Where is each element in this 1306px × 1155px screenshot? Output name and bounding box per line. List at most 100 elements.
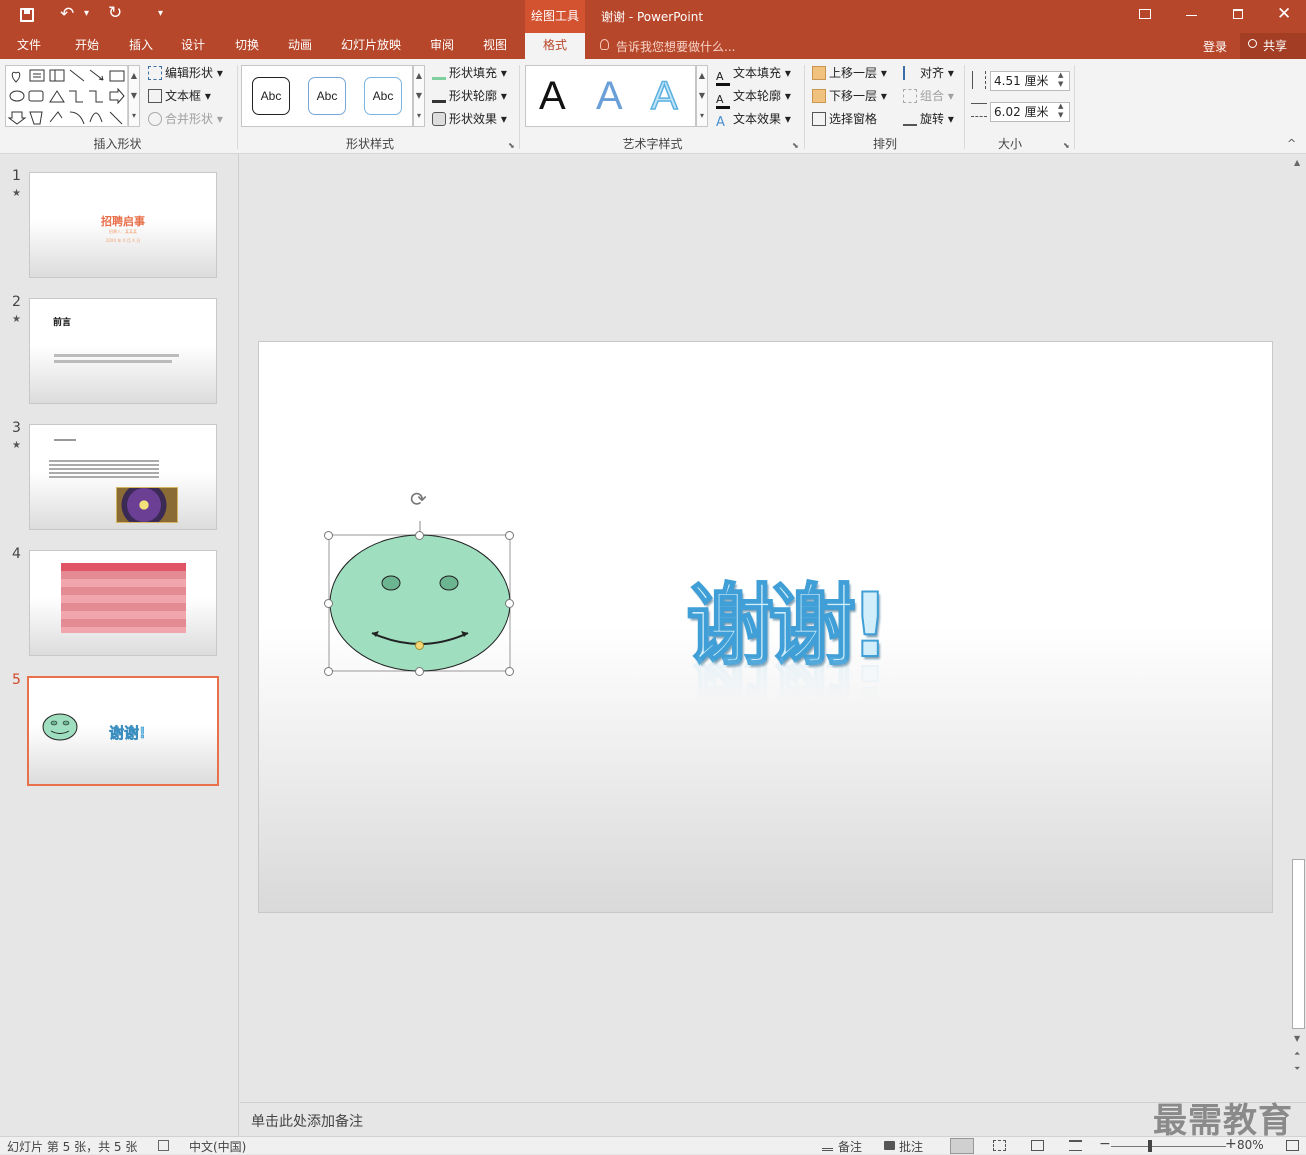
width-spinner[interactable]: ▲ ▼ — [1058, 102, 1063, 120]
shape-effects-button[interactable]: 形状效果 ▾ — [432, 109, 507, 129]
adjust-handle[interactable] — [415, 641, 424, 650]
shapes-gallery[interactable] — [5, 65, 129, 127]
tab-transitions[interactable]: 切换 — [235, 33, 259, 59]
notes-toggle-label[interactable]: 备注 — [838, 1138, 862, 1155]
zoom-slider[interactable] — [1111, 1146, 1226, 1147]
shape-styles-gallery[interactable]: Abc Abc Abc — [241, 65, 413, 127]
selection-pane-button[interactable]: 选择窗格 — [812, 109, 877, 129]
collapse-ribbon-icon[interactable]: ^ — [1287, 137, 1296, 150]
animation-star-icon: ★ — [12, 188, 21, 199]
shape-style-1[interactable]: Abc — [252, 77, 290, 115]
zoom-slider-thumb[interactable] — [1148, 1140, 1152, 1152]
maximize-icon[interactable] — [1233, 9, 1243, 19]
normal-view-icon[interactable] — [950, 1138, 974, 1154]
text-box-button[interactable]: 文本框 ▾ — [148, 86, 211, 106]
wordart-gallery[interactable]: A A A — [525, 65, 696, 127]
text-effects-button[interactable]: A 文本效果 ▾ — [716, 109, 791, 129]
rotate-button[interactable]: 旋转 ▾ — [903, 109, 954, 129]
tab-review[interactable]: 审阅 — [430, 33, 454, 59]
minimize-icon[interactable] — [1186, 15, 1197, 16]
tab-insert[interactable]: 插入 — [129, 33, 153, 59]
redo-icon[interactable]: ↻ — [108, 3, 122, 23]
spell-check-icon[interactable] — [158, 1140, 169, 1151]
undo-icon[interactable]: ↶ — [60, 4, 74, 24]
text-fill-button[interactable]: A 文本填充 ▾ — [716, 63, 791, 86]
shape-styles-launcher-icon[interactable]: ⬊ — [508, 141, 515, 150]
slide-thumbnail-5[interactable]: 谢谢! — [27, 676, 219, 786]
shapes-gallery-scroll[interactable]: ▲ ▼ ▾ — [128, 65, 140, 127]
tab-home[interactable]: 开始 — [75, 33, 99, 59]
resize-handle-e[interactable] — [505, 599, 514, 608]
merge-shapes-button: 合并形状 ▾ — [148, 109, 223, 129]
zoom-out-icon[interactable]: − — [1099, 1136, 1111, 1152]
shape-outline-button[interactable]: 形状轮廓 ▾ — [432, 86, 507, 106]
tab-animations[interactable]: 动画 — [288, 33, 312, 59]
tab-design[interactable]: 设计 — [181, 33, 205, 59]
resize-handle-se[interactable] — [505, 667, 514, 676]
reading-view-icon[interactable] — [1031, 1140, 1044, 1151]
group-label-shape-styles: 形状样式 — [345, 137, 394, 151]
wordart-style-3[interactable]: A — [650, 73, 678, 119]
tell-me-input[interactable]: 告诉我您想要做什么... — [616, 38, 735, 55]
text-effects-icon: A — [716, 115, 725, 130]
wordart-launcher-icon[interactable]: ⬊ — [792, 141, 799, 150]
shape-style-2[interactable]: Abc — [308, 77, 346, 115]
wordart-scroll[interactable]: ▲ ▼ ▾ — [696, 65, 708, 127]
scroll-down-icon[interactable]: ▼ — [1294, 1034, 1300, 1043]
resize-handle-nw[interactable] — [324, 531, 333, 540]
undo-dropdown-icon[interactable]: ▾ — [84, 8, 89, 19]
shape-fill-button[interactable]: 形状填充 ▾ — [432, 63, 507, 83]
slide-thumbnail-2[interactable]: 前言 — [29, 298, 217, 404]
send-backward-button[interactable]: 下移一层 ▾ — [812, 86, 887, 106]
slide-thumbnail-4[interactable] — [29, 550, 217, 656]
text-outline-button[interactable]: A 文本轮廓 ▾ — [716, 86, 791, 109]
resize-handle-w[interactable] — [324, 599, 333, 608]
sign-in-link[interactable]: 登录 — [1203, 38, 1227, 55]
customize-qat-icon[interactable]: ▾ — [158, 8, 163, 19]
zoom-in-icon[interactable]: + — [1225, 1136, 1237, 1152]
slideshow-icon[interactable] — [1069, 1140, 1082, 1151]
comments-label[interactable]: 批注 — [899, 1138, 923, 1155]
size-launcher-icon[interactable]: ⬊ — [1063, 141, 1070, 150]
slide-canvas[interactable]: ⟳ 谢谢! 谢谢! — [258, 341, 1273, 913]
align-button[interactable]: 对齐 ▾ — [903, 63, 954, 83]
wordart-style-1[interactable]: A — [539, 74, 566, 119]
slide-thumbnail-1[interactable]: 招聘启事 招聘人：某某某 20XX 年 X 月 X 日 — [29, 172, 217, 278]
notes-toggle-icon[interactable] — [822, 1140, 833, 1151]
ribbon: ▲ ▼ ▾ 编辑形状 ▾ 文本框 ▾ 合并形状 ▾ 插入形状 Abc Abc Abc… — [0, 59, 1306, 154]
previous-slide-icon[interactable]: ⏶ — [1294, 1049, 1300, 1059]
smiley-face-shape[interactable] — [319, 492, 589, 692]
tab-slideshow[interactable]: 幻灯片放映 — [341, 33, 401, 59]
edit-shape-icon — [148, 66, 162, 80]
rotate-handle-icon[interactable]: ⟳ — [410, 488, 427, 510]
wordart-style-2[interactable]: A — [596, 74, 623, 119]
share-button[interactable]: 共享 — [1240, 33, 1306, 59]
notes-pane[interactable]: 单击此处添加备注 — [240, 1102, 1306, 1136]
language-indicator[interactable]: 中文(中国) — [189, 1138, 246, 1155]
vertical-scrollbar[interactable]: ▲ ▼ ⏶ ⏷ — [1291, 154, 1306, 1080]
shape-styles-scroll[interactable]: ▲ ▼ ▾ — [413, 65, 425, 127]
resize-handle-s[interactable] — [415, 667, 424, 676]
bring-forward-button[interactable]: 上移一层 ▾ — [812, 63, 887, 83]
height-spinner[interactable]: ▲ ▼ — [1058, 71, 1063, 89]
scroll-up-icon[interactable]: ▲ — [1294, 158, 1300, 167]
notes-placeholder[interactable]: 单击此处添加备注 — [251, 1111, 363, 1131]
tab-view[interactable]: 视图 — [483, 33, 507, 59]
tab-format[interactable]: 格式 — [525, 33, 585, 59]
tab-file[interactable]: 文件 — [17, 33, 41, 59]
ribbon-display-options-icon[interactable] — [1139, 9, 1151, 19]
zoom-level[interactable]: 80% — [1237, 1138, 1264, 1152]
fit-to-window-icon[interactable] — [1286, 1140, 1299, 1151]
next-slide-icon[interactable]: ⏷ — [1294, 1064, 1300, 1074]
resize-handle-ne[interactable] — [505, 531, 514, 540]
save-icon[interactable] — [20, 8, 34, 22]
edit-shape-button[interactable]: 编辑形状 ▾ — [148, 63, 223, 83]
scroll-thumb[interactable] — [1292, 859, 1305, 1029]
resize-handle-n[interactable] — [415, 531, 424, 540]
resize-handle-sw[interactable] — [324, 667, 333, 676]
shape-style-3[interactable]: Abc — [364, 77, 402, 115]
slide-sorter-icon[interactable] — [993, 1140, 1006, 1151]
close-icon[interactable]: ✕ — [1277, 4, 1291, 24]
comments-icon[interactable] — [884, 1141, 895, 1150]
slide-thumbnail-3[interactable] — [29, 424, 217, 530]
